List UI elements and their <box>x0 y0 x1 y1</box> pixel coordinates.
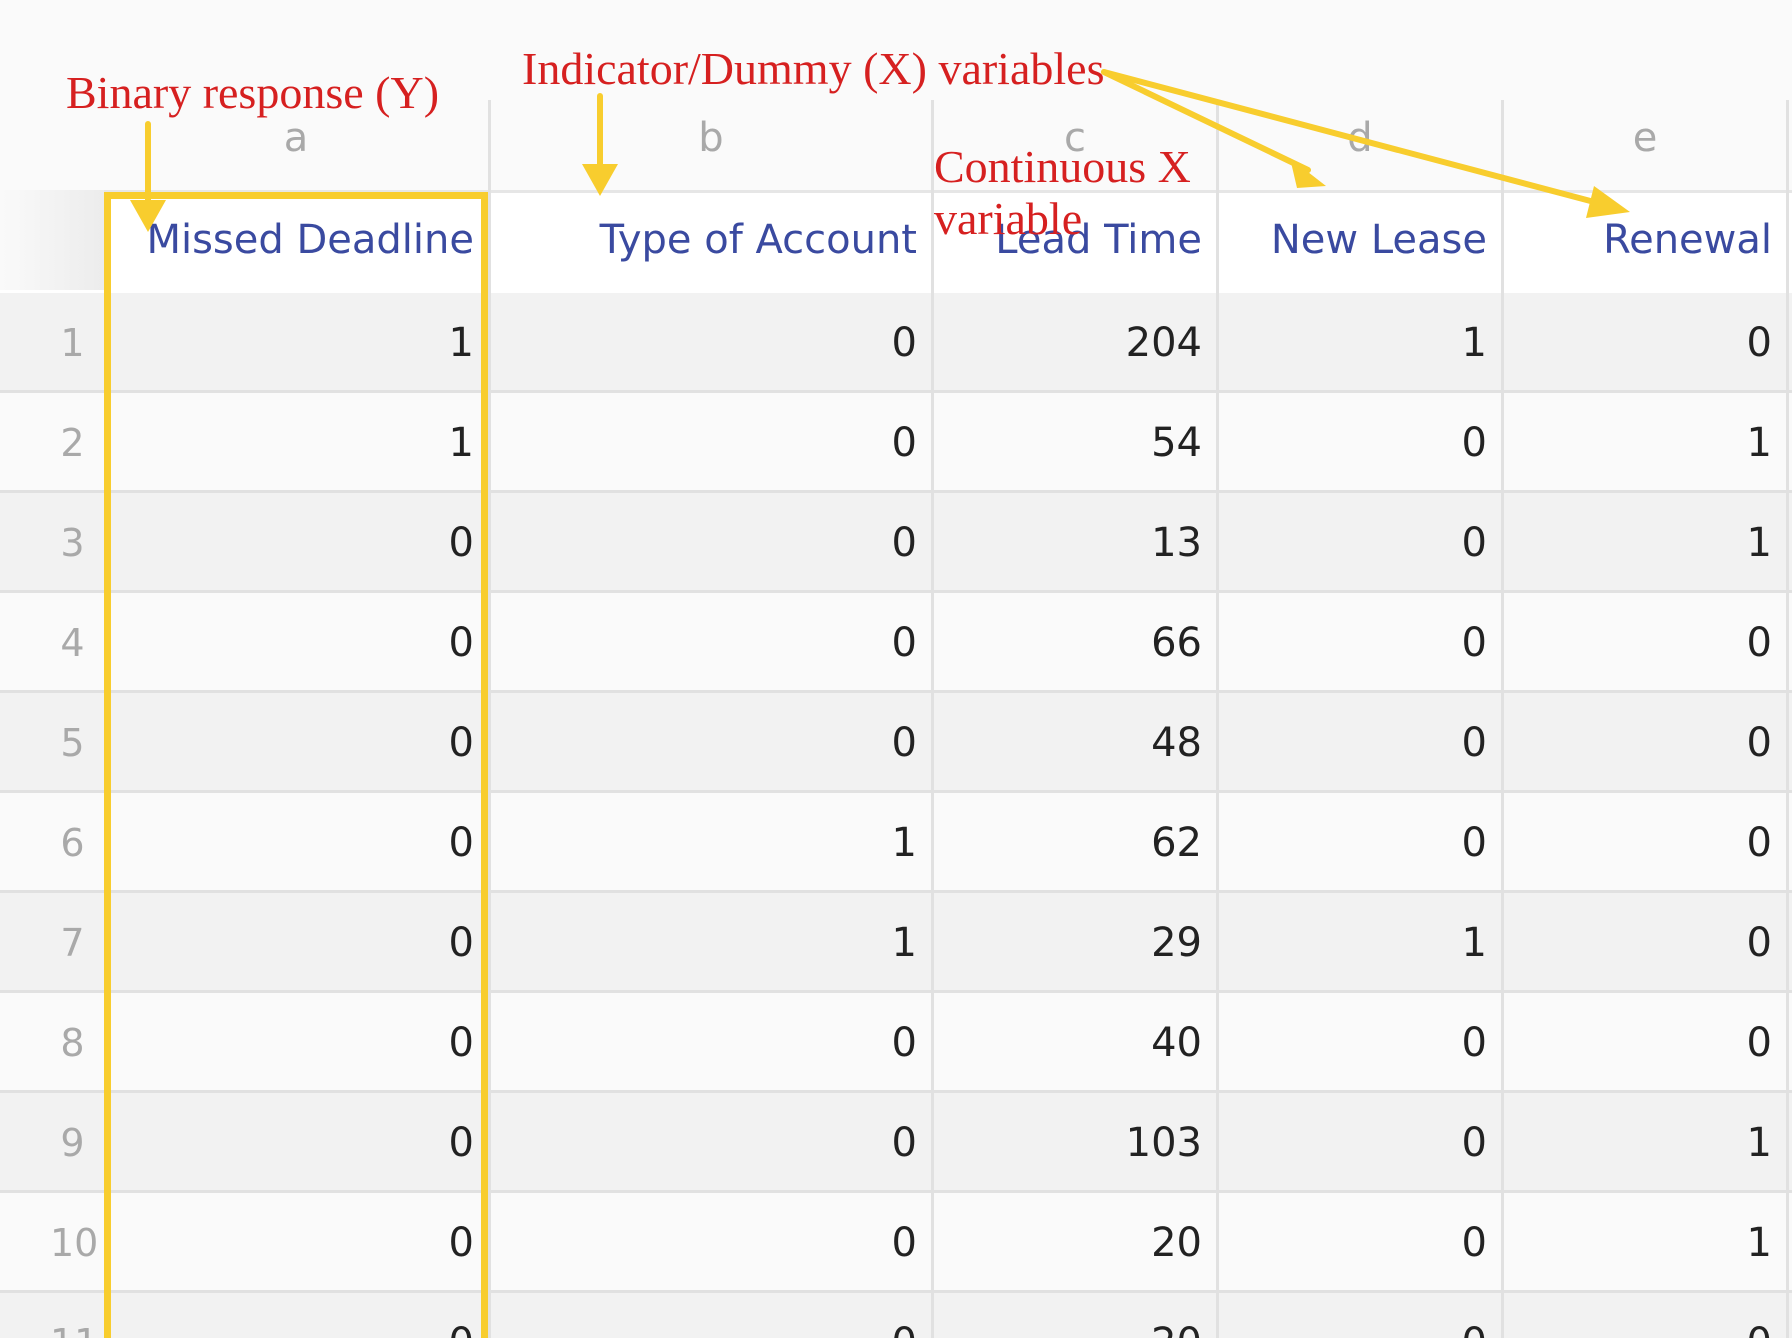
annotation-arrows <box>130 69 1630 232</box>
annotation-continuous-line1: Continuous X <box>934 141 1191 192</box>
annotation-continuous-line2: variable <box>934 193 1083 244</box>
arrow-head <box>582 164 618 196</box>
arrow-head <box>1586 186 1630 218</box>
annotation-indicator-dummy: Indicator/Dummy (X) variables <box>522 43 1105 94</box>
arrow-head <box>1290 158 1326 188</box>
spreadsheet: a b c d e Missed Deadline Type of Accoun… <box>0 0 1792 1338</box>
annotation-binary-response: Binary response (Y) <box>66 67 440 118</box>
arrow-head <box>130 200 166 232</box>
